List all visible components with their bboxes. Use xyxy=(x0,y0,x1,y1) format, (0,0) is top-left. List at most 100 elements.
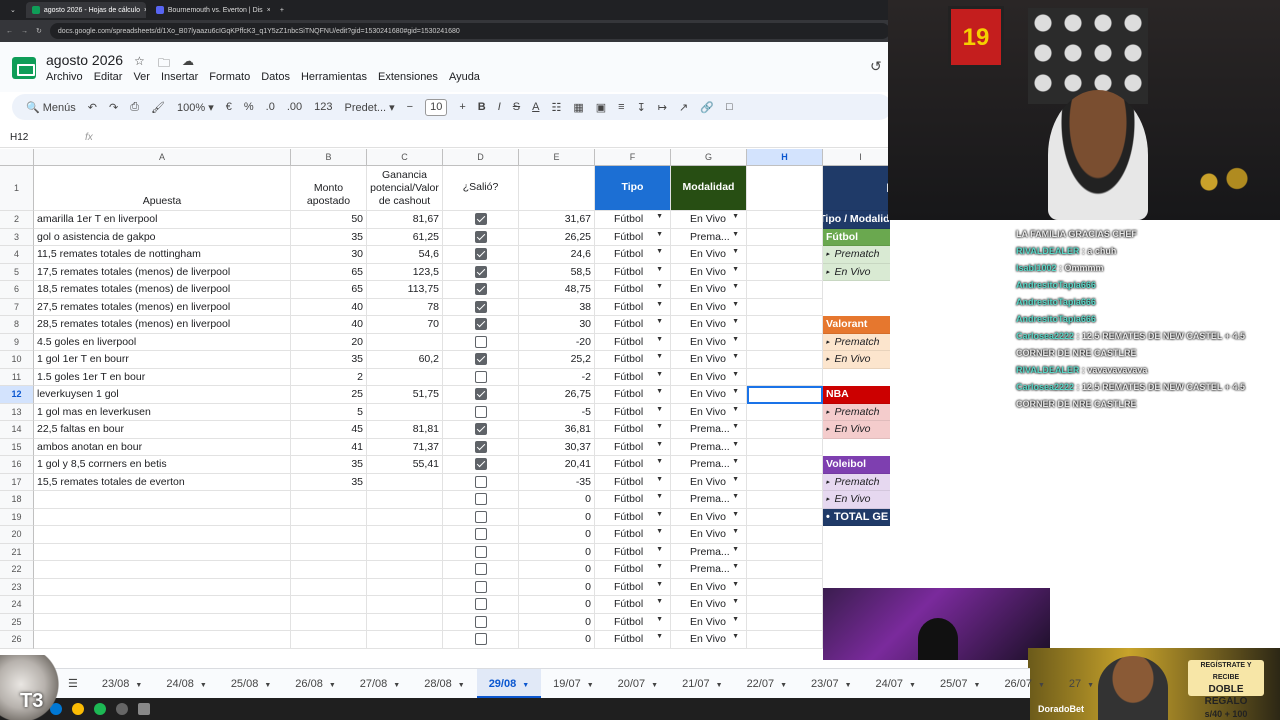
sheet-tab[interactable]: 23/07 ▼ xyxy=(799,669,863,699)
cell-f[interactable]: Fútbol ▼ xyxy=(595,543,671,561)
cloud-status-icon[interactable]: ☁ xyxy=(182,54,194,68)
cell-b[interactable] xyxy=(291,613,367,631)
cell-a[interactable]: 28,5 remates totales (menos) en liverpoo… xyxy=(34,316,291,334)
select-all-corner[interactable] xyxy=(0,149,34,166)
cell-b[interactable]: 35 xyxy=(291,473,367,491)
cell-g[interactable]: En Vivo ▼ xyxy=(671,246,747,264)
cell-g[interactable]: Prema... ▼ xyxy=(671,438,747,456)
cell-e[interactable]: 0 xyxy=(519,596,595,614)
cell-f[interactable]: Fútbol ▼ xyxy=(595,298,671,316)
tipo-dropdown[interactable]: Fútbol ▼ xyxy=(598,598,667,610)
cell-d[interactable] xyxy=(443,578,519,596)
cell-a[interactable] xyxy=(34,631,291,649)
tipo-dropdown[interactable]: Fútbol ▼ xyxy=(598,231,667,243)
modalidad-dropdown[interactable]: En Vivo ▼ xyxy=(674,476,743,488)
cell-h[interactable] xyxy=(747,578,823,596)
unchecked-checkbox[interactable] xyxy=(474,475,487,488)
cell-g[interactable]: En Vivo ▼ xyxy=(671,333,747,351)
cell-g[interactable]: En Vivo ▼ xyxy=(671,473,747,491)
cell-g[interactable]: En Vivo ▼ xyxy=(671,508,747,526)
cell-d[interactable] xyxy=(443,438,519,456)
cell-d[interactable] xyxy=(443,281,519,299)
cell-c[interactable] xyxy=(367,578,443,596)
modalidad-dropdown[interactable]: En Vivo ▼ xyxy=(674,406,743,418)
modalidad-dropdown[interactable]: En Vivo ▼ xyxy=(674,248,743,260)
unchecked-checkbox[interactable] xyxy=(474,598,487,611)
cell-a[interactable]: leverkuysen 1 gol xyxy=(34,386,291,404)
cell-e[interactable]: 0 xyxy=(519,543,595,561)
cell-e[interactable]: 25,2 xyxy=(519,351,595,369)
cell-h[interactable] xyxy=(747,368,823,386)
cell-e[interactable]: 0 xyxy=(519,561,595,579)
checked-checkbox[interactable] xyxy=(474,213,487,226)
cell-e[interactable]: -5 xyxy=(519,403,595,421)
cell-d[interactable] xyxy=(443,473,519,491)
row-header[interactable]: 17 xyxy=(0,473,34,491)
document-title[interactable]: agosto 2026 xyxy=(46,52,123,68)
row-header[interactable]: 11 xyxy=(0,368,34,386)
row-header[interactable]: 12 xyxy=(0,386,34,404)
cell-a[interactable]: ambos anotan en bour xyxy=(34,438,291,456)
cell-a[interactable]: 15,5 remates totales de everton xyxy=(34,473,291,491)
font-size-increase-icon[interactable]: + xyxy=(459,101,465,113)
tipo-dropdown[interactable]: Fútbol ▼ xyxy=(598,213,667,225)
cell-e[interactable]: 0 xyxy=(519,613,595,631)
cell-d[interactable] xyxy=(443,561,519,579)
cell-g[interactable]: En Vivo ▼ xyxy=(671,631,747,649)
row-header[interactable]: 4 xyxy=(0,246,34,264)
cell-a[interactable] xyxy=(34,508,291,526)
cell-c[interactable]: 51,75 xyxy=(367,386,443,404)
cell-c[interactable] xyxy=(367,631,443,649)
cell-b[interactable] xyxy=(291,578,367,596)
tipo-dropdown[interactable]: Fútbol ▼ xyxy=(598,511,667,523)
modalidad-dropdown[interactable]: En Vivo ▼ xyxy=(674,283,743,295)
cell-b[interactable]: 40 xyxy=(291,316,367,334)
cell-h[interactable] xyxy=(747,263,823,281)
cell-f[interactable]: Fútbol ▼ xyxy=(595,421,671,439)
row-header[interactable]: 14 xyxy=(0,421,34,439)
cell-a[interactable]: 1 gol mas en leverkusen xyxy=(34,403,291,421)
cell-b[interactable] xyxy=(291,561,367,579)
tipo-dropdown[interactable]: Fútbol ▼ xyxy=(598,493,667,505)
cell-d[interactable] xyxy=(443,613,519,631)
cell-a[interactable]: 27,5 remates totales (menos) en liverpoo… xyxy=(34,298,291,316)
cell-b[interactable] xyxy=(291,596,367,614)
tipo-dropdown[interactable]: Fútbol ▼ xyxy=(598,546,667,558)
cell-a[interactable]: amarilla 1er T en liverpool xyxy=(34,211,291,229)
sheet-tab[interactable]: 19/07 ▼ xyxy=(541,669,605,699)
cell-a[interactable]: 22,5 faltas en bour xyxy=(34,421,291,439)
cell-a[interactable] xyxy=(34,596,291,614)
modalidad-dropdown[interactable]: Prema... ▼ xyxy=(674,231,743,243)
row-header[interactable]: 2 xyxy=(0,211,34,229)
cell-g[interactable]: En Vivo ▼ xyxy=(671,298,747,316)
cell-a[interactable] xyxy=(34,613,291,631)
modalidad-dropdown[interactable]: En Vivo ▼ xyxy=(674,318,743,330)
percent-format-button[interactable]: % xyxy=(244,101,254,113)
unchecked-checkbox[interactable] xyxy=(474,545,487,558)
cell-d[interactable] xyxy=(443,246,519,264)
cell-f[interactable]: Fútbol ▼ xyxy=(595,281,671,299)
cell-a[interactable] xyxy=(34,561,291,579)
cell-c[interactable] xyxy=(367,596,443,614)
tipo-dropdown[interactable]: Fútbol ▼ xyxy=(598,441,667,453)
cell-e[interactable]: 0 xyxy=(519,578,595,596)
cell-h[interactable] xyxy=(747,526,823,544)
unchecked-checkbox[interactable] xyxy=(474,510,487,523)
cell-g[interactable]: En Vivo ▼ xyxy=(671,526,747,544)
tipo-dropdown[interactable]: Fútbol ▼ xyxy=(598,353,667,365)
forward-icon[interactable]: → xyxy=(21,28,28,35)
modalidad-dropdown[interactable]: En Vivo ▼ xyxy=(674,528,743,540)
redo-icon[interactable]: ↷ xyxy=(109,101,118,114)
cell-e[interactable]: 26,25 xyxy=(519,228,595,246)
column-header-c[interactable]: C xyxy=(367,149,443,166)
cell-e[interactable]: -20 xyxy=(519,333,595,351)
cell-b[interactable]: 65 xyxy=(291,263,367,281)
cell-h[interactable] xyxy=(747,438,823,456)
modalidad-dropdown[interactable]: En Vivo ▼ xyxy=(674,598,743,610)
cell-a[interactable] xyxy=(34,526,291,544)
unchecked-checkbox[interactable] xyxy=(474,633,487,646)
sheet-tab[interactable]: 20/07 ▼ xyxy=(606,669,670,699)
cell-d[interactable] xyxy=(443,351,519,369)
checked-checkbox[interactable] xyxy=(474,458,487,471)
row-header[interactable]: 15 xyxy=(0,438,34,456)
